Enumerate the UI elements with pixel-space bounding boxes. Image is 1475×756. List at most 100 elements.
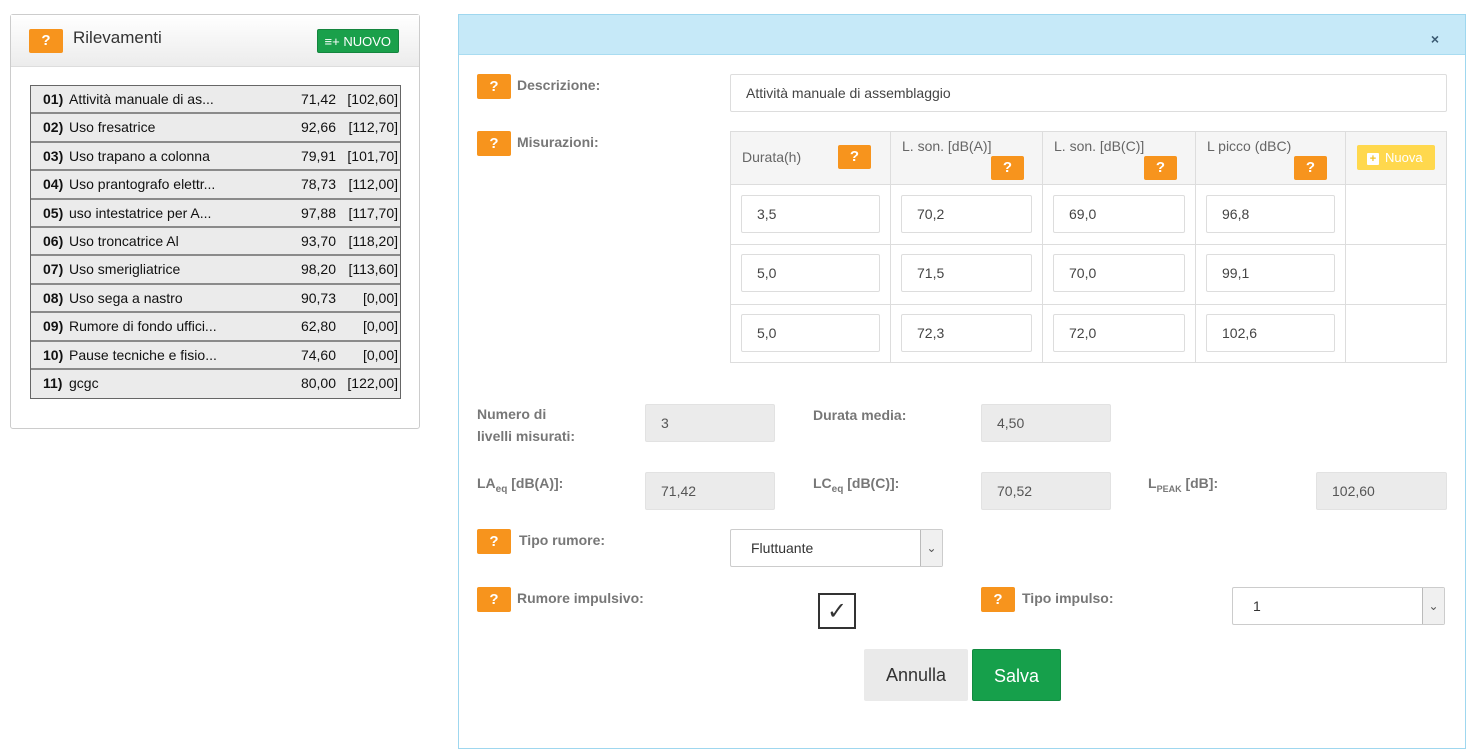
list-item[interactable]: 03) Uso trapano a colonna 79,91 [101,70] (31, 142, 400, 172)
item-number: 07) (43, 261, 64, 278)
help-icon[interactable]: ? (477, 131, 511, 156)
item-max: [0,00] (362, 318, 398, 335)
new-measurement-button[interactable]: + Nuova (1357, 145, 1435, 170)
item-max: [0,00] (362, 289, 398, 306)
lceq-label: LCeq [dB(C)]: (813, 475, 900, 495)
help-icon[interactable]: ? (477, 74, 511, 99)
new-button[interactable]: ≡+ NUOVO (316, 29, 399, 53)
lpeak-input[interactable]: 102,6 (1206, 314, 1335, 352)
item-value: 62,80 (300, 318, 336, 335)
durata-input[interactable]: 3,5 (741, 195, 880, 233)
item-number: 09) (43, 318, 64, 335)
rumore-impulsivo-checkbox[interactable]: ✓ (818, 593, 856, 629)
item-name: Uso trapano a colonna (69, 147, 210, 164)
measurements-table: Durata(h) ? L. son. [dB(A)] ? L. son. [d… (730, 131, 1447, 363)
item-name: Uso sega a nastro (69, 289, 183, 306)
plus-icon: + (1367, 153, 1379, 165)
list-item[interactable]: 10) Pause tecniche e fisio... 74,60 [0,00] (31, 341, 400, 370)
item-name: Rumore di fondo uffici... (69, 318, 217, 335)
item-number: 06) (43, 232, 64, 249)
item-name: Uso prantografo elettr... (69, 176, 216, 193)
lpeak-label: LPEAK [dB]: (1148, 475, 1219, 494)
item-max: [101,70] (347, 147, 398, 164)
header-laeq: L. son. [dB(A)] (902, 138, 992, 154)
numero-label-2: livelli misurati: (477, 428, 576, 444)
list-item[interactable]: 06) Uso troncatrice Al 93,70 [118,20] (31, 227, 400, 257)
item-value: 71,42 (300, 91, 336, 107)
lpeak-input[interactable]: 96,8 (1206, 195, 1335, 233)
tipo-impulso-select[interactable]: 1 ⌄ (1232, 587, 1445, 625)
item-name: Uso troncatrice Al (69, 232, 179, 249)
laeq-input[interactable]: 70,2 (901, 195, 1032, 233)
lpeak-input[interactable]: 99,1 (1206, 254, 1335, 292)
durata-media-label: Durata media: (813, 407, 907, 423)
list-item[interactable]: 09) Rumore di fondo uffici... 62,80 [0,00] (31, 313, 400, 342)
laeq-input[interactable]: 71,5 (901, 254, 1032, 292)
lceq-input[interactable]: 69,0 (1053, 195, 1185, 233)
tipo-rumore-select[interactable]: Fluttuante ⌄ (730, 529, 943, 567)
save-button[interactable]: Salva (972, 649, 1061, 701)
lceq-input[interactable]: 70,0 (1053, 254, 1185, 292)
help-icon[interactable]: ? (477, 587, 511, 612)
list-item[interactable]: 02) Uso fresatrice 92,66 [112,70] (31, 114, 400, 143)
item-number: 01) (43, 91, 64, 107)
help-icon[interactable]: ? (981, 587, 1015, 612)
header-durata: Durata(h) (742, 149, 802, 165)
item-number: 11) (43, 374, 63, 391)
list-item[interactable]: 11) gcgc 80,00 [122,00] (31, 369, 400, 399)
item-name: gcgc (69, 374, 99, 391)
lceq-input[interactable]: 72,0 (1053, 314, 1185, 352)
lceq-value: 70,52 (981, 472, 1111, 510)
item-value: 93,70 (300, 232, 336, 249)
help-icon[interactable]: ? (1144, 156, 1177, 180)
item-value: 90,73 (300, 289, 336, 306)
item-max: [112,00] (348, 176, 398, 193)
tipo-impulso-label: Tipo impulso: (1022, 590, 1114, 606)
item-number: 04) (43, 176, 64, 193)
chevron-down-icon[interactable]: ⌄ (1422, 588, 1444, 624)
item-name: uso intestatrice per A... (69, 204, 212, 221)
help-icon[interactable]: ? (1294, 156, 1327, 180)
durata-input[interactable]: 5,0 (741, 314, 880, 352)
misurazioni-label: Misurazioni: (517, 134, 599, 150)
help-icon[interactable]: ? (838, 145, 871, 169)
list-item[interactable]: 08) Uso sega a nastro 90,73 [0,00] (31, 284, 400, 314)
header-lpeak: L picco (dBC) (1207, 138, 1292, 154)
list-item[interactable]: 01) Attività manuale di as... 71,42 [102,60… (31, 86, 400, 115)
item-value: 79,91 (300, 147, 336, 164)
item-name: Pause tecniche e fisio... (69, 346, 217, 363)
item-value: 78,73 (300, 176, 336, 193)
laeq-input[interactable]: 72,3 (901, 314, 1032, 352)
item-number: 10) (43, 346, 64, 363)
rilevamento-modal: × ? Descrizione: Attività manuale di ass… (458, 14, 1466, 749)
help-icon[interactable]: ? (29, 29, 63, 53)
durata-media-value: 4,50 (981, 404, 1111, 442)
item-max: [113,60] (348, 261, 398, 278)
descrizione-label: Descrizione: (517, 77, 601, 93)
item-name: Attività manuale di as... (69, 91, 214, 107)
numero-livelli-value: 3 (645, 404, 775, 442)
help-icon[interactable]: ? (991, 156, 1024, 180)
lpeak-value: 102,60 (1316, 472, 1447, 510)
list-item[interactable]: 04) Uso prantografo elettr... 78,73 [112,00… (31, 171, 400, 200)
descrizione-input[interactable]: Attività manuale di assemblaggio (730, 74, 1447, 112)
close-icon[interactable]: × (1431, 31, 1439, 47)
item-value: 92,66 (300, 119, 336, 136)
panel-header: ? Rilevamenti ≡+ NUOVO (11, 15, 419, 67)
item-max: [0,00] (362, 346, 398, 363)
numero-label: Numero di (477, 406, 547, 422)
item-value: 80,00 (300, 374, 336, 391)
chevron-down-icon[interactable]: ⌄ (920, 530, 942, 566)
help-icon[interactable]: ? (477, 529, 511, 554)
list-item[interactable]: 07) Uso smerigliatrice 98,20 [113,60] (31, 256, 400, 285)
list-item[interactable]: 05) uso intestatrice per A... 97,88 [117,70… (31, 199, 400, 228)
durata-input[interactable]: 5,0 (741, 254, 880, 292)
rilevamenti-panel: ? Rilevamenti ≡+ NUOVO 01) Attività manua… (10, 14, 420, 429)
item-max: [117,70] (348, 204, 398, 221)
tipo-rumore-label: Tipo rumore: (519, 532, 606, 548)
tipo-impulso-value: 1 (1253, 598, 1261, 614)
item-number: 03) (43, 147, 64, 164)
cancel-button[interactable]: Annulla (864, 649, 968, 701)
item-max: [112,70] (348, 119, 398, 136)
rumore-impulsivo-label: Rumore impulsivo: (517, 590, 644, 606)
